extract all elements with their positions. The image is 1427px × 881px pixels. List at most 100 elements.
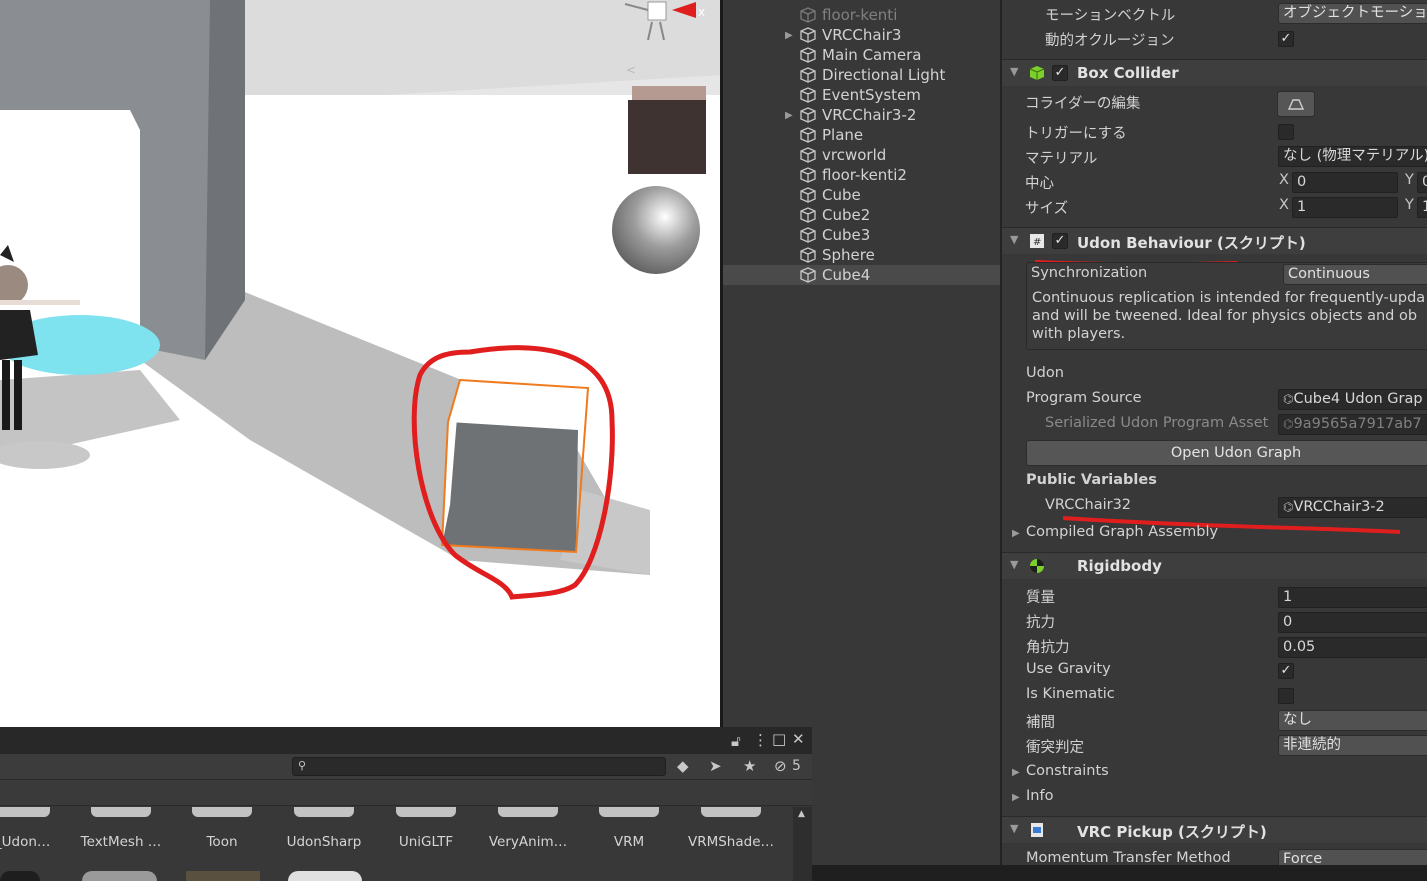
- is-trigger-checkbox[interactable]: [1278, 124, 1294, 140]
- hierarchy-item-cube4[interactable]: Cube4: [723, 265, 1000, 285]
- folder-icon[interactable]: [91, 807, 151, 817]
- vrc-pickup-header[interactable]: ▼ VRC Pickup (スクリプト): [1002, 816, 1427, 843]
- center-y-field[interactable]: 0: [1417, 172, 1427, 193]
- folder-icon[interactable]: [498, 807, 558, 817]
- rigidbody-header[interactable]: ▼ Rigidbody: [1002, 552, 1427, 579]
- hierarchy-label: Cube: [822, 186, 861, 204]
- folder-icon[interactable]: [192, 807, 252, 817]
- project-search-input[interactable]: ⚲: [292, 757, 666, 776]
- asset-thumbnail[interactable]: [186, 871, 260, 881]
- box-collider-header[interactable]: ▼ ✓ Box Collider: [1002, 59, 1427, 86]
- scroll-up-icon[interactable]: ▲: [798, 809, 805, 819]
- fold-arrow-icon[interactable]: ▼: [1010, 558, 1018, 571]
- vrc-pickup-title: VRC Pickup (スクリプト): [1077, 823, 1267, 841]
- program-source-label: Program Source: [1026, 390, 1142, 406]
- hierarchy-item-plane[interactable]: Plane: [723, 125, 1000, 145]
- hierarchy-label: Cube4: [822, 266, 871, 284]
- angular-drag-field[interactable]: 0.05: [1278, 637, 1427, 658]
- folder-label[interactable]: VeryAnim…: [478, 834, 578, 850]
- lock-icon[interactable]: 🔓︎: [731, 732, 741, 750]
- material-field[interactable]: なし (物理マテリアル): [1278, 146, 1427, 167]
- folder-label[interactable]: Toon: [172, 834, 272, 850]
- hierarchy-item-eventsystem[interactable]: EventSystem: [723, 85, 1000, 105]
- folder-label[interactable]: UdonSharp: [274, 834, 374, 850]
- scene-view[interactable]: x <: [0, 0, 722, 727]
- fold-arrow-icon[interactable]: ▶: [1012, 767, 1020, 778]
- sync-dropdown[interactable]: Continuous: [1283, 264, 1427, 285]
- filter-by-type-icon[interactable]: ◆: [677, 757, 689, 775]
- hierarchy-item-sphere[interactable]: Sphere: [723, 245, 1000, 265]
- filter-by-label-icon[interactable]: ➤: [709, 757, 722, 775]
- hierarchy-item-directional-light[interactable]: Directional Light: [723, 65, 1000, 85]
- fold-arrow-icon[interactable]: ▼: [1010, 822, 1018, 835]
- udon-behaviour-header[interactable]: ▼ # ✓ Udon Behaviour (スクリプト): [1002, 227, 1427, 254]
- asset-thumbnail[interactable]: [0, 871, 40, 881]
- fold-arrow-icon[interactable]: ▶: [1012, 528, 1020, 539]
- collision-detection-dropdown[interactable]: 非連続的: [1278, 735, 1427, 756]
- maximize-icon[interactable]: □: [772, 730, 786, 748]
- compiled-graph-assembly-label[interactable]: Compiled Graph Assembly: [1026, 524, 1218, 540]
- use-gravity-checkbox[interactable]: ✓: [1278, 663, 1294, 679]
- gameobject-icon: [800, 107, 816, 123]
- hierarchy-item-cube[interactable]: Cube: [723, 185, 1000, 205]
- gameobject-icon: [800, 167, 816, 183]
- folder-icon[interactable]: [0, 807, 50, 817]
- close-icon[interactable]: ✕: [792, 730, 805, 748]
- asset-thumbnail[interactable]: [82, 871, 157, 881]
- folder-icon[interactable]: [396, 807, 456, 817]
- fold-arrow-icon[interactable]: ▶: [1012, 792, 1020, 803]
- serialized-asset-value: 9a9565a7917ab7: [1293, 416, 1422, 432]
- hierarchy-item-floor-kenti[interactable]: floor-kenti: [723, 5, 1000, 25]
- folder-icon[interactable]: [701, 807, 761, 817]
- fold-arrow-icon[interactable]: ▼: [1010, 233, 1018, 246]
- folder-label[interactable]: TextMesh …: [71, 834, 171, 850]
- size-x-label: X: [1279, 197, 1289, 213]
- hierarchy-item-vrcchair3-2[interactable]: ▶ VRCChair3-2: [723, 105, 1000, 125]
- selected-cube-cube4: [440, 378, 590, 554]
- hierarchy-item-vrcchair3[interactable]: ▶ VRCChair3: [723, 25, 1000, 45]
- project-scrollbar[interactable]: ▲: [793, 807, 812, 881]
- box-collider-enabled-checkbox[interactable]: ✓: [1052, 65, 1068, 81]
- favorite-star-icon[interactable]: ★: [743, 757, 756, 775]
- program-source-field[interactable]: ⌬Cube4 Udon Grap: [1278, 389, 1427, 410]
- hierarchy-label: vrcworld: [822, 146, 887, 164]
- mass-field[interactable]: 1: [1278, 587, 1427, 608]
- size-y-field[interactable]: 1: [1417, 197, 1427, 218]
- script-icon: [1031, 823, 1043, 837]
- open-udon-graph-button[interactable]: Open Udon Graph: [1026, 440, 1427, 466]
- info-label[interactable]: Info: [1026, 788, 1053, 804]
- folder-icon[interactable]: [294, 807, 354, 817]
- gameobject-icon: [800, 147, 816, 163]
- hierarchy-item-floor-kenti2[interactable]: floor-kenti2: [723, 165, 1000, 185]
- size-x-field[interactable]: 1: [1292, 197, 1398, 218]
- hierarchy-item-main-camera[interactable]: Main Camera: [723, 45, 1000, 65]
- motion-vectors-dropdown[interactable]: オブジェクトモーションごと: [1278, 3, 1427, 24]
- folder-label[interactable]: VRM: [579, 834, 679, 850]
- asset-thumbnail[interactable]: [288, 871, 362, 881]
- folder-label[interactable]: UniGLTF: [376, 834, 476, 850]
- hierarchy-item-cube2[interactable]: Cube2: [723, 205, 1000, 225]
- sync-help-line1: Continuous replication is intended for f…: [1032, 290, 1426, 306]
- interpolate-dropdown[interactable]: なし: [1278, 710, 1427, 731]
- hierarchy-item-cube3[interactable]: Cube3: [723, 225, 1000, 245]
- folder-icon[interactable]: [599, 807, 659, 817]
- udon-enabled-checkbox[interactable]: ✓: [1052, 233, 1068, 249]
- material-label: マテリアル: [1025, 151, 1098, 167]
- is-kinematic-checkbox[interactable]: [1278, 688, 1294, 704]
- more-menu-icon[interactable]: ⋮: [753, 731, 768, 749]
- expand-arrow-icon[interactable]: ▶: [785, 110, 793, 121]
- hierarchy-item-vrcworld[interactable]: vrcworld: [723, 145, 1000, 165]
- constraints-label[interactable]: Constraints: [1026, 763, 1109, 779]
- folder-label[interactable]: t_Udon…: [0, 834, 70, 850]
- search-icon: ⚲: [298, 759, 307, 772]
- center-x-field[interactable]: 0: [1292, 172, 1398, 193]
- edit-collider-button[interactable]: [1277, 91, 1315, 117]
- drag-field[interactable]: 0: [1278, 612, 1427, 633]
- dynamic-occlusion-checkbox[interactable]: ✓: [1278, 31, 1294, 47]
- use-gravity-label: Use Gravity: [1026, 661, 1111, 677]
- expand-arrow-icon[interactable]: ▶: [785, 30, 793, 41]
- scene-canvas[interactable]: x <: [0, 0, 722, 727]
- fold-arrow-icon[interactable]: ▼: [1010, 65, 1018, 78]
- folder-label[interactable]: VRMShade…: [681, 834, 781, 850]
- hidden-packages-icon[interactable]: ⊘: [774, 757, 787, 775]
